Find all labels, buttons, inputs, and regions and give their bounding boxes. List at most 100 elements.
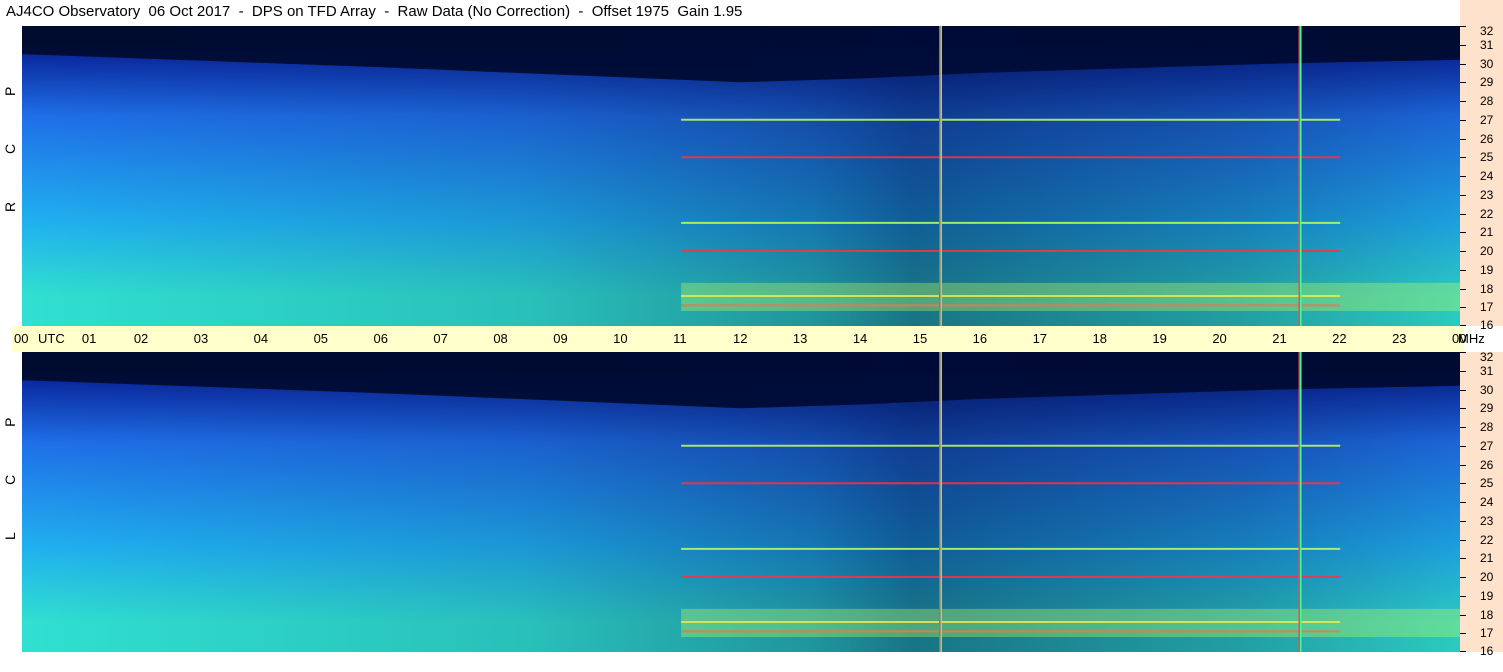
rcp-label: R C P [2,64,18,212]
freq-tick-label: 26 [1480,457,1494,472]
freq-tick [1460,464,1466,466]
freq-tick [1460,427,1466,428]
time-tick-label: 22 [1332,331,1347,346]
freq-tick-label: 30 [1480,56,1494,71]
chart-title: AJ4CO Observatory 06 Oct 2017 - DPS on T… [6,3,743,20]
freq-tick-label: 26 [1480,131,1494,146]
freq-tick-label: 29 [1480,75,1494,90]
time-tick-label: 19 [1152,331,1167,346]
interference-band [681,547,1341,550]
freq-tick-label: 31 [1480,363,1494,378]
mhz-label: MHz [1458,331,1485,346]
freq-tick [1460,595,1466,597]
utc-label: UTC [38,331,65,346]
freq-tick [1460,577,1466,578]
time-tick-label: 11 [673,331,687,346]
time-marker-line [940,352,943,652]
time-tick-label: 00 [14,331,29,346]
lcp-label: L C P [2,395,18,541]
freq-tick [1460,352,1466,353]
freq-tick [1460,232,1466,234]
freq-tick [1460,101,1466,102]
freq-tick-label: 23 [1480,187,1494,202]
time-tick-label: 18 [1092,331,1107,346]
freq-tick [1460,520,1466,522]
freq-tick [1460,288,1466,290]
time-marker-line [940,26,943,326]
spectrogram-svg [22,352,1460,652]
freq-tick [1460,119,1466,121]
freq-tick [1460,539,1466,541]
freq-tick-label: 20 [1480,570,1494,584]
freq-tick-label: 20 [1480,244,1494,258]
time-tick-label: 02 [133,331,149,346]
time-tick-label: 05 [313,331,329,346]
freq-tick-label: 32 [1480,350,1494,364]
time-tick-label: 01 [81,331,97,346]
freq-tick [1460,44,1466,46]
time-tick-label: 14 [852,331,868,346]
freq-tick-label: 24 [1480,169,1494,183]
freq-tick-label: 21 [1480,551,1494,566]
time-marker-line [939,26,941,326]
freq-tick [1460,408,1466,410]
freq-tick-label: 22 [1480,532,1494,547]
interference-band [681,118,1341,121]
interference-band [681,482,1341,485]
interference-band [681,576,1341,578]
time-marker-line [1298,26,1301,326]
freq-tick [1460,445,1466,447]
freq-tick-label: 25 [1480,150,1494,165]
freq-tick [1460,138,1466,140]
time-tick-label: 04 [253,331,269,346]
time-tick-label: 13 [792,331,808,346]
freq-tick [1460,558,1466,560]
time-marker-line [1300,26,1302,326]
time-tick-label: 23 [1392,331,1407,346]
freq-tick-label: 24 [1480,495,1494,509]
time-tick-label: 09 [553,331,568,346]
freq-tick-label: 28 [1480,420,1494,434]
freq-tick-label: 16 [1480,644,1494,658]
freq-tick [1460,269,1466,271]
freq-tick [1460,251,1466,252]
freq-tick-label: 18 [1480,607,1494,622]
rcp-spectrogram [22,26,1460,326]
freq-tick [1460,389,1466,391]
freq-tick-label: 25 [1480,476,1494,491]
freq-tick [1460,614,1466,616]
freq-tick-label: 19 [1480,262,1494,277]
freq-tick [1460,633,1466,635]
freq-tick-label: 27 [1480,438,1494,453]
freq-tick-label: 31 [1480,37,1494,52]
freq-tick [1460,502,1466,503]
lcp-spectrogram [22,352,1460,652]
freq-tick-label: 22 [1480,206,1494,221]
freq-tick-label: 19 [1480,588,1494,603]
time-marker-line [939,352,941,652]
absorption-overlay [22,352,1460,652]
lcp-frequency-axis: 32 31 30 29 28 27 26 25 24 23 22 21 20 19 18 17 16 [1460,350,1503,658]
time-tick-label: 16 [972,331,988,346]
freq-tick [1460,325,1466,326]
freq-tick [1460,213,1466,215]
corner-strip [1460,0,1503,26]
time-tick-label: 03 [193,331,209,346]
freq-tick [1460,307,1466,309]
freq-tick [1460,63,1466,65]
freq-tick [1460,176,1466,177]
freq-tick-label: 16 [1480,318,1494,332]
interference-band [681,444,1341,447]
freq-tick [1460,483,1466,485]
time-marker-line [1298,352,1301,652]
time-axis: 00 UTC 01 02 03 04 05 06 07 08 09 10 11 12 13 14 15 16 17 1… [12,326,1485,352]
freq-tick-label: 17 [1480,626,1494,641]
freq-tick [1460,82,1466,84]
time-tick-label: 12 [733,331,748,346]
freq-tick-label: 28 [1480,94,1494,108]
time-tick-label: 07 [433,331,448,346]
time-tick-label: 10 [613,331,628,346]
time-tick-label: 17 [1032,331,1048,346]
freq-tick [1460,157,1466,159]
absorption-overlay [22,26,1460,326]
